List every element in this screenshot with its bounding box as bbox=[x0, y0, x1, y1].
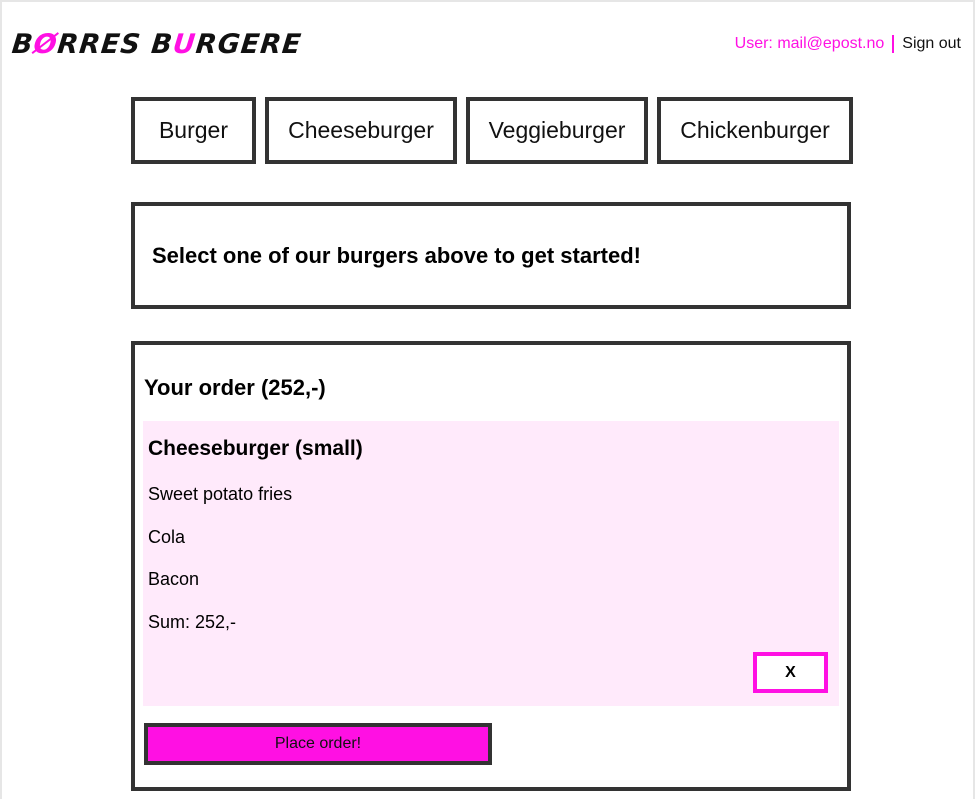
order-item-title: Cheeseburger (small) bbox=[148, 437, 363, 460]
logo: BØRRES BURGERE bbox=[10, 28, 304, 60]
place-order-button[interactable]: Place order! bbox=[144, 723, 492, 765]
user-divider bbox=[892, 35, 895, 53]
user-email-label: User: mail@epost.no bbox=[734, 35, 885, 52]
order-item-sum: Sum: 252,- bbox=[148, 612, 237, 632]
page: BØRRES BURGERE User: mail@epost.no Sign … bbox=[0, 0, 975, 799]
order-item-side: Sweet potato fries bbox=[148, 484, 293, 504]
sign-out-link[interactable]: Sign out bbox=[902, 35, 961, 53]
order-item: Cheeseburger (small) Sweet potato fries … bbox=[143, 421, 839, 706]
tab-chickenburger[interactable]: Chickenburger bbox=[657, 97, 853, 164]
info-text: Select one of our burgers above to get s… bbox=[152, 242, 641, 268]
header: BØRRES BURGERE User: mail@epost.no Sign … bbox=[10, 24, 961, 64]
order-title: Your order (252,-) bbox=[144, 375, 326, 400]
info-panel: Select one of our burgers above to get s… bbox=[131, 202, 851, 309]
tab-burger[interactable]: Burger bbox=[131, 97, 256, 164]
tab-cheeseburger[interactable]: Cheeseburger bbox=[265, 97, 457, 164]
order-panel: Your order (252,-) Cheeseburger (small) … bbox=[131, 341, 851, 791]
order-item-extra: Bacon bbox=[148, 569, 200, 589]
order-item-drink: Cola bbox=[148, 527, 186, 547]
remove-item-button[interactable]: X bbox=[753, 652, 828, 693]
tab-veggieburger[interactable]: Veggieburger bbox=[466, 97, 648, 164]
burger-tabs: Burger Cheeseburger Veggieburger Chicken… bbox=[131, 97, 853, 164]
user-area: User: mail@epost.no Sign out bbox=[735, 35, 961, 53]
